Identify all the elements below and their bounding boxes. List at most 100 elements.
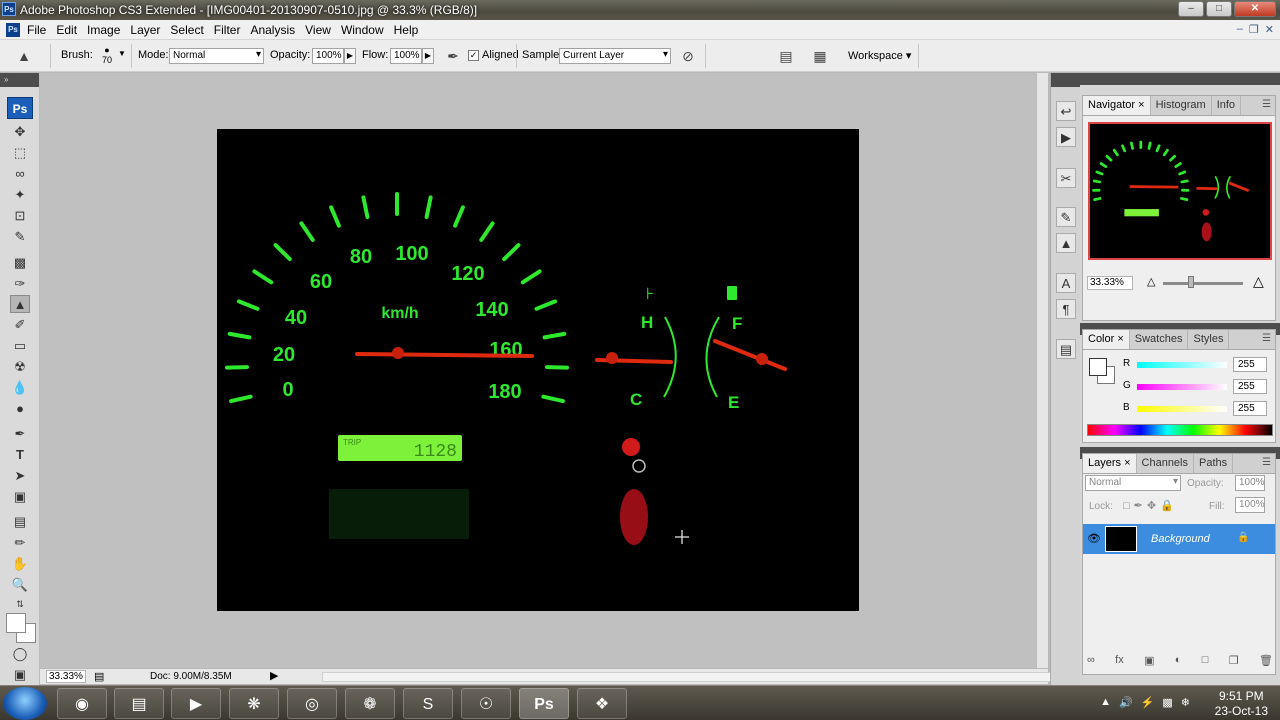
add-mask-icon[interactable]: ▣ [1144,654,1154,667]
zoom-in-icon[interactable]: △ [1253,273,1264,290]
sample-select[interactable]: Current Layer [559,48,671,64]
menu-view[interactable]: View [305,23,340,37]
zoom-out-icon[interactable]: △ [1147,275,1155,288]
path-selection-tool-icon[interactable]: ➤ [10,467,30,485]
layer-name[interactable]: Background [1151,533,1210,545]
menu-analysis[interactable]: Analysis [250,23,304,37]
taskbar-explorer-icon[interactable]: ▤ [114,688,164,719]
crop-tool-icon[interactable]: ⊡ [10,207,30,225]
red-slider[interactable] [1137,362,1227,368]
taskbar-firefox-icon[interactable]: ◉ [57,688,107,719]
taskbar-browser-icon[interactable]: ❖ [577,688,627,719]
flow-input[interactable]: 100% [390,48,422,64]
zoom-tool-icon[interactable]: 🔍 [10,576,30,594]
menu-layer[interactable]: Layer [130,23,169,37]
brush-preset-picker[interactable]: ● 70 [100,46,114,68]
link-layers-icon[interactable]: ∞ [1087,654,1095,667]
swap-colors-icon[interactable]: ⇅ [10,595,30,613]
clone-source-palette-icon[interactable]: ▤ [776,46,796,66]
healing-brush-tool-icon[interactable]: ▩ [10,254,30,272]
paint-bucket-tool-icon[interactable]: ☢ [10,358,30,376]
history-panel-icon[interactable]: ↩ [1056,101,1076,121]
blur-tool-icon[interactable]: 💧 [10,379,30,397]
doc-close-button[interactable]: ✕ [1265,23,1274,36]
color-fg-swatch[interactable] [1089,358,1107,376]
show-hidden-icons[interactable]: ▲ [1100,696,1111,709]
actions-panel-icon[interactable]: ▶ [1056,127,1076,147]
airbrush-icon[interactable]: ✒ [443,46,463,66]
taskbar-skype-icon[interactable]: S [403,688,453,719]
fill-input[interactable]: 100% [1235,497,1265,513]
opacity-input[interactable]: 100% [312,48,344,64]
taskbar-clock[interactable]: 9:51 PM 23-Oct-13 [1215,689,1268,719]
notes-tool-icon[interactable]: ▤ [10,513,30,531]
flow-slider-button[interactable]: ▶ [422,48,434,64]
tab-info[interactable]: Info [1212,96,1242,115]
slice-tool-icon[interactable]: ✎ [10,228,30,246]
taskbar-chrome-icon[interactable]: ◎ [287,688,337,719]
lasso-tool-icon[interactable]: ∞ [10,165,30,183]
taskbar-media-player-icon[interactable]: ▶ [171,688,221,719]
layer-style-icon[interactable]: fx [1115,654,1124,667]
paragraph-panel-icon[interactable]: ¶ [1056,299,1076,319]
layer-comps-panel-icon[interactable]: ▤ [1056,339,1076,359]
minimize-button[interactable]: – [1178,1,1204,17]
bluetooth-icon[interactable]: ❄ [1181,696,1190,709]
opacity-slider-button[interactable]: ▶ [344,48,356,64]
status-info-icon[interactable]: ▤ [94,670,104,683]
marquee-tool-icon[interactable]: ⬚ [10,144,30,162]
taskbar-globe-icon[interactable]: ☉ [461,688,511,719]
screen-mode-icon[interactable]: ▣ [10,666,30,684]
menu-filter[interactable]: Filter [214,23,250,37]
start-button[interactable] [3,687,47,720]
new-group-icon[interactable]: □ [1202,654,1209,667]
tab-styles[interactable]: Styles [1188,330,1230,349]
navigator-zoom-handle[interactable] [1188,276,1194,288]
aligned-checkbox[interactable]: ✓ [468,50,479,61]
menu-help[interactable]: Help [394,23,428,37]
green-value-input[interactable]: 255 [1233,379,1267,394]
lock-icons[interactable]: □✒✥🔒 [1123,499,1178,512]
doc-minimize-button[interactable]: – [1237,23,1243,36]
status-zoom-input[interactable]: 33.33% [46,670,86,683]
tab-paths[interactable]: Paths [1194,454,1234,473]
taskbar-paint-icon[interactable]: ❁ [345,688,395,719]
photoshop-icon[interactable]: Ps [6,23,20,37]
move-tool-icon[interactable]: ✥ [10,123,30,141]
menu-image[interactable]: Image [87,23,129,37]
taskbar-photoshop-icon[interactable]: Ps [519,688,569,719]
character-panel-icon[interactable]: A [1056,273,1076,293]
adjustment-layer-icon[interactable]: ◐ [1175,654,1182,667]
menu-window[interactable]: Window [341,23,393,37]
menu-edit[interactable]: Edit [56,23,86,37]
clone-source-panel-icon[interactable]: ▲ [1056,233,1076,253]
navigator-thumbnail[interactable] [1088,122,1272,260]
magic-wand-tool-icon[interactable]: ✦ [10,186,30,204]
layer-opacity-input[interactable]: 100% [1235,475,1265,491]
foreground-color-swatch[interactable] [6,613,26,633]
toolbox-collapse-icon[interactable]: » [0,73,39,87]
rectangle-tool-icon[interactable]: ▣ [10,488,30,506]
tab-channels[interactable]: Channels [1137,454,1194,473]
horizontal-scrollbar[interactable] [322,672,1072,682]
ignore-adjustment-layers-icon[interactable]: ⊘ [678,46,698,66]
eye-icon[interactable]: 👁 [1087,532,1101,545]
clone-stamp-tool-preset-icon[interactable]: ▲ [14,46,34,66]
tab-histogram[interactable]: Histogram [1151,96,1212,115]
tab-swatches[interactable]: Swatches [1130,330,1189,349]
tab-navigator[interactable]: Navigator × [1083,96,1151,115]
panel-menu-icon[interactable]: ☰ [1262,333,1271,344]
brush-tool-icon[interactable]: ✑ [10,275,30,293]
document-canvas[interactable]: 0 20 40 60 80 100 120 140 160 180 km/h T… [217,129,859,611]
quick-mask-icon[interactable]: ◯ [10,645,30,663]
navigator-zoom-input[interactable]: 33.33% [1087,276,1133,290]
panel-menu-icon[interactable]: ☰ [1262,99,1271,110]
clone-stamp-tool-icon[interactable]: ▲ [10,295,30,313]
pen-tool-icon[interactable]: ✒ [10,425,30,443]
tab-color[interactable]: Color × [1083,330,1130,349]
red-value-input[interactable]: 255 [1233,357,1267,372]
navigator-zoom-slider[interactable] [1163,282,1243,285]
network-icon[interactable]: ▩ [1162,696,1172,709]
vertical-scrollbar[interactable] [1036,73,1048,668]
tab-layers[interactable]: Layers × [1083,454,1137,473]
